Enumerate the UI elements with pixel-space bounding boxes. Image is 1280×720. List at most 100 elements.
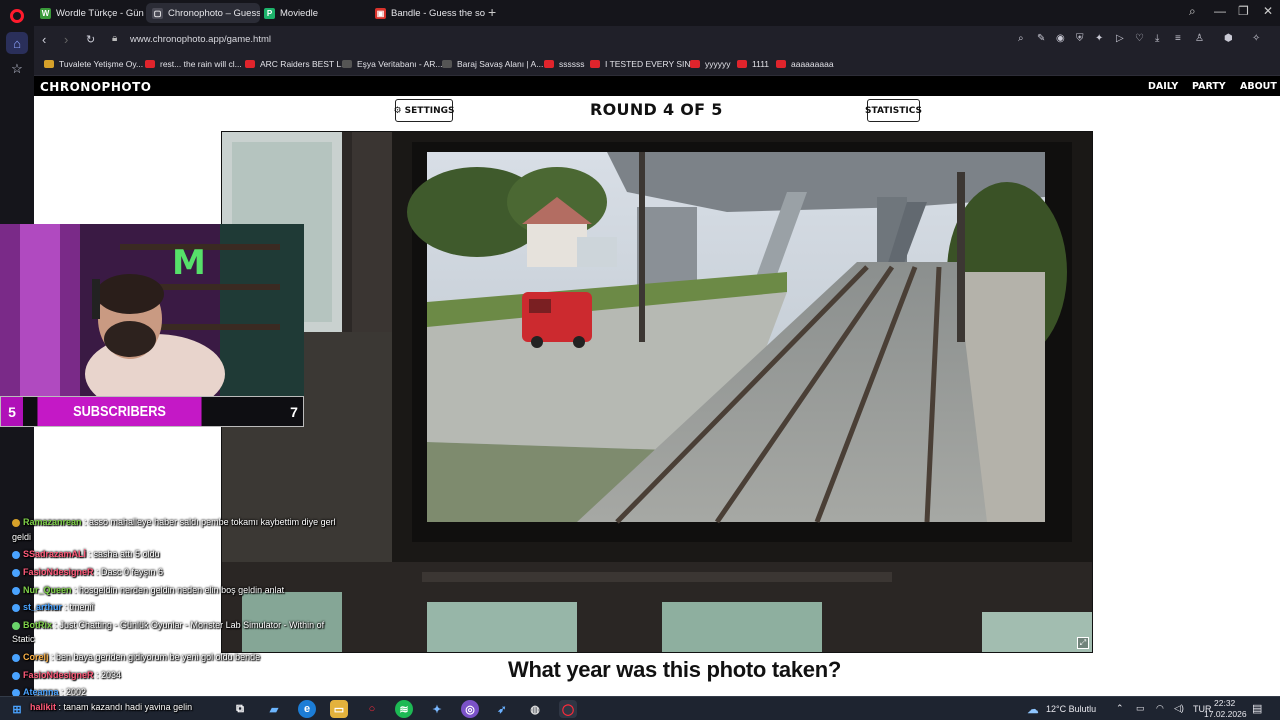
ai-icon[interactable]: ✧ xyxy=(1252,33,1260,44)
edge-icon[interactable]: e xyxy=(298,700,316,718)
bookmark-item[interactable]: ssssss xyxy=(544,59,585,69)
cube-icon[interactable]: ⬢ xyxy=(1224,33,1233,44)
chat-text: : hosgeldin nerden geldin neden elin boş… xyxy=(71,585,285,595)
game-photo: ⤢ xyxy=(221,131,1093,653)
download-icon[interactable]: ⤓ xyxy=(1155,33,1159,44)
question-text: What year was this photo taken? xyxy=(508,657,841,682)
badge-icon xyxy=(12,518,20,527)
bookmark-item[interactable]: Baraj Savaş Alanı | A... xyxy=(442,59,543,69)
nav-daily[interactable]: DAILY xyxy=(1148,81,1178,92)
subscriber-counter: 5 SUBSCRIBERS 7 xyxy=(0,396,304,427)
profile-icon[interactable]: ♙ xyxy=(1195,33,1204,44)
round-indicator: ROUND 4 OF 5 xyxy=(590,100,723,119)
extension-icon[interactable]: ✦ xyxy=(1095,33,1103,44)
tab-wordle[interactable]: W Wordle Türkçe - Günlük K xyxy=(34,3,144,23)
home-icon[interactable]: ⌂ xyxy=(6,32,28,54)
file-explorer-icon[interactable]: ▰ xyxy=(265,700,283,718)
tray-chevron-icon[interactable]: ⌃ xyxy=(1116,703,1124,714)
chat-text: : Just Chatting - Günlük Oyunlar - Monst… xyxy=(52,620,325,630)
menu-icon[interactable]: ≡ xyxy=(1175,33,1181,44)
nav-party[interactable]: PARTY xyxy=(1192,81,1226,92)
forward-icon[interactable]: › xyxy=(64,32,68,47)
bookmark-item[interactable]: Eşya Veritabanı - AR... xyxy=(342,59,443,69)
tab-label: Bandle - Guess the song, xyxy=(391,7,485,19)
bookmark-item[interactable]: 1111 xyxy=(737,59,769,69)
obs-icon[interactable]: ◍ xyxy=(526,700,544,718)
maximize-icon[interactable]: ❐ xyxy=(1238,4,1249,18)
tab-chronophoto[interactable]: ▢ Chronophoto – Guess the xyxy=(146,3,260,23)
tab-bandle[interactable]: ▣ Bandle - Guess the song, xyxy=(369,3,485,23)
new-tab-button[interactable]: + xyxy=(488,4,496,20)
bookmark-favicon-icon xyxy=(44,60,54,68)
bookmark-label: ARC Raiders BEST L... xyxy=(260,59,349,69)
chat-message: Corelj : ben baya geriden gidiyorum be y… xyxy=(12,652,260,662)
bookmark-item[interactable]: rest... the rain will cl... xyxy=(145,59,242,69)
network-icon[interactable]: ▭ xyxy=(1136,703,1145,714)
svg-text:M: M xyxy=(172,243,206,283)
chat-message: Static xyxy=(12,634,35,644)
bookmark-label: Tuvalete Yetişme Oy... xyxy=(59,59,144,69)
minimize-icon[interactable]: — xyxy=(1214,4,1226,18)
play-icon[interactable]: ▷ xyxy=(1116,33,1124,44)
close-window-icon[interactable]: ✕ xyxy=(1263,4,1273,18)
chat-message: st_arthur : tmeniî xyxy=(12,602,94,612)
steam-icon[interactable]: ➶ xyxy=(493,700,511,718)
search-icon[interactable]: ⌕ xyxy=(1018,33,1024,44)
app-icon[interactable]: ✦ xyxy=(428,700,446,718)
expand-icon[interactable]: ⤢ xyxy=(1077,637,1089,649)
bookmark-item[interactable]: Tuvalete Yetişme Oy... xyxy=(44,59,143,69)
chat-message: halikit : tanam kazandı hadi yavina geli… xyxy=(30,702,192,712)
volume-icon[interactable]: ◁) xyxy=(1174,703,1184,714)
edit-icon[interactable]: ✎ xyxy=(1037,33,1045,44)
bookmark-favicon-icon xyxy=(342,60,352,68)
photo-image xyxy=(222,132,1092,652)
weather-text[interactable]: 12°C Bulutlu xyxy=(1046,704,1096,714)
opera-icon[interactable]: ◯ xyxy=(559,700,577,718)
camera-icon[interactable]: ◉ xyxy=(1056,33,1065,44)
clock-time[interactable]: 22:32 xyxy=(1214,698,1235,708)
url-field[interactable]: www.chronophoto.app/game.html xyxy=(130,34,271,45)
clock-date[interactable]: 17.02.2026 xyxy=(1204,709,1247,719)
spotify-icon[interactable]: ≋ xyxy=(395,700,413,718)
statistics-button[interactable]: STATISTICS xyxy=(865,99,922,122)
chat-user: FasioNdesigneR xyxy=(23,670,94,680)
subscriber-label: SUBSCRIBERS xyxy=(37,397,202,426)
chat-message: SSadrazamALİ : sasha attı 5 oldu xyxy=(12,549,160,559)
youtube-icon xyxy=(776,60,786,68)
chat-message: geldi xyxy=(12,532,31,542)
bookmark-label: aaaaaaaaa xyxy=(791,59,834,69)
chat-message: BotRix : Just Chatting - Günlük Oyunlar … xyxy=(12,620,324,630)
reload-icon[interactable]: ↻ xyxy=(86,33,95,46)
chat-user: Nur_Queen xyxy=(23,585,72,595)
bookmark-item[interactable]: yyyyyy xyxy=(690,59,731,69)
shield-icon[interactable]: ⛨ xyxy=(1076,33,1084,44)
nav-about[interactable]: ABOUT xyxy=(1240,81,1277,92)
back-icon[interactable]: ‹ xyxy=(42,32,46,47)
settings-button[interactable]: ⚙ SETTINGS xyxy=(394,99,454,122)
chat-text: : sasha attı 5 oldu xyxy=(86,549,160,559)
star-icon[interactable]: ☆ xyxy=(6,58,28,80)
wifi-icon[interactable]: ◠ xyxy=(1156,703,1164,714)
bookmark-item[interactable]: ARC Raiders BEST L... xyxy=(245,59,348,69)
youtube-icon xyxy=(690,60,700,68)
statistics-label: STATISTICS xyxy=(865,105,922,116)
chat-message: Ramazanrean : asso mahalleye haber saldı… xyxy=(12,517,336,527)
chat-user: st_arthur xyxy=(23,602,63,612)
chat-user: Ramazanrean xyxy=(23,517,82,527)
bookmark-item[interactable]: aaaaaaaaa xyxy=(776,59,834,69)
folder-icon[interactable]: ▭ xyxy=(330,700,348,718)
windows-start-icon[interactable]: ⊞ xyxy=(8,700,26,718)
tab-moviedle[interactable]: P Moviedle xyxy=(258,3,368,23)
bookmark-item[interactable]: I TESTED EVERY SIN... xyxy=(590,59,698,69)
site-logo[interactable]: CHRONOPHOTO xyxy=(40,80,151,94)
search-tabs-icon[interactable]: ⌕ xyxy=(1189,4,1196,19)
opera-logo-icon[interactable] xyxy=(10,9,24,23)
discord-icon[interactable]: ◎ xyxy=(461,700,479,718)
task-view-icon[interactable]: ⧉ xyxy=(231,700,249,718)
bookmark-label: I TESTED EVERY SIN... xyxy=(605,59,698,69)
webcam-overlay: M xyxy=(0,224,304,396)
notification-icon[interactable]: ▤ xyxy=(1252,702,1262,715)
opera-gx-icon[interactable]: ○ xyxy=(363,700,381,718)
bookmark-favicon-icon xyxy=(442,60,452,68)
heart-icon[interactable]: ♡ xyxy=(1135,33,1144,44)
